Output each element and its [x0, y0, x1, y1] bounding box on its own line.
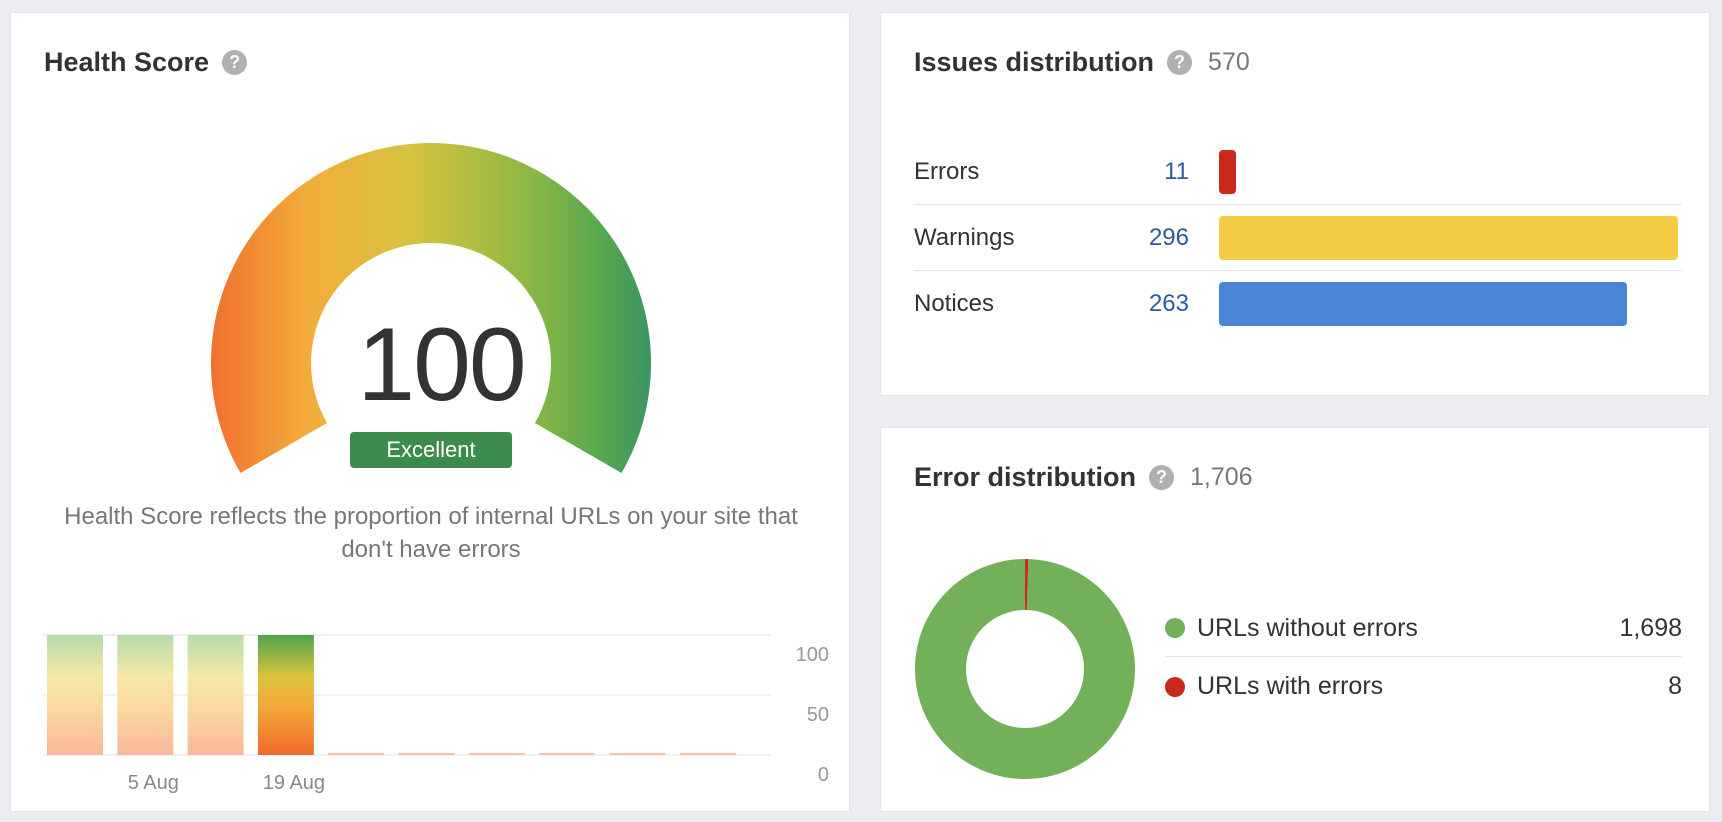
health-score-card: Health Score ? 100 Excellent Health Scor… [10, 12, 850, 812]
history-bar [47, 635, 103, 755]
history-bar [609, 753, 666, 755]
help-icon[interactable]: ? [1167, 50, 1193, 75]
issue-label: Warnings [914, 223, 1015, 251]
history-bar [539, 753, 596, 755]
help-icon[interactable]: ? [222, 50, 248, 75]
y-tick-label: 0 [818, 764, 829, 786]
health-score-header: Health Score ? [44, 47, 248, 78]
issues-distribution-title: Issues distribution [914, 47, 1155, 77]
help-icon[interactable]: ? [1149, 465, 1174, 490]
history-bar [117, 635, 174, 755]
issues-distribution-card: Issues distribution ? 570 Errors 11 Warn… [880, 12, 1710, 396]
y-tick-label: 50 [807, 704, 829, 726]
history-bar [679, 753, 736, 755]
issue-row-notices[interactable]: Notices 263 [914, 271, 1682, 337]
issue-bar-notices [1219, 282, 1627, 326]
legend-value: 8 [1668, 672, 1682, 700]
legend-dot-icon [1165, 676, 1185, 697]
health-history-chart: 0 50 100 5 Aug 19 Aug [43, 634, 829, 794]
legend-row-with-errors[interactable]: URLs with errors 8 [1165, 658, 1682, 715]
history-bar [328, 753, 385, 755]
error-distribution-header: Error distribution ? 1,706 [914, 462, 1253, 493]
donut-slice [915, 559, 1135, 779]
health-score-title: Health Score [44, 47, 210, 77]
x-tick-label: 5 Aug [128, 772, 179, 794]
history-bar [398, 753, 455, 755]
legend-label: URLs without errors [1197, 613, 1418, 642]
legend-label: URLs with errors [1197, 672, 1384, 700]
issue-label: Errors [914, 157, 980, 185]
x-tick-label: 19 Aug [263, 772, 325, 794]
issue-bar-errors [1219, 149, 1237, 194]
legend-dot-icon [1165, 618, 1185, 638]
issues-distribution-header: Issues distribution ? 570 [914, 47, 1250, 78]
history-bar [468, 753, 525, 755]
y-tick-label: 100 [796, 644, 829, 666]
error-distribution-card: Error distribution ? 1,706 URLs without … [880, 427, 1710, 812]
health-score-description: Health Score reflects the proportion of … [64, 503, 798, 563]
error-total-count: 1,706 [1190, 463, 1253, 491]
error-donut-chart [915, 559, 1135, 779]
issue-row-errors[interactable]: Errors 11 [914, 139, 1682, 205]
health-score-value: 100 [357, 307, 527, 423]
issue-count[interactable]: 296 [1094, 224, 1189, 252]
issue-count[interactable]: 263 [1094, 290, 1189, 318]
issue-row-warnings[interactable]: Warnings 296 [914, 205, 1682, 271]
issues-total-count: 570 [1208, 48, 1250, 76]
history-bar [187, 635, 244, 755]
legend-value: 1,698 [1619, 613, 1682, 642]
issue-count[interactable]: 11 [1094, 158, 1189, 186]
error-distribution-title: Error distribution [914, 462, 1136, 492]
history-bar [257, 635, 314, 755]
legend-row-without-errors[interactable]: URLs without errors 1,698 [1165, 600, 1682, 657]
issue-bar-warnings [1219, 215, 1678, 260]
health-score-badge: Excellent [350, 432, 512, 468]
issue-label: Notices [914, 290, 995, 317]
